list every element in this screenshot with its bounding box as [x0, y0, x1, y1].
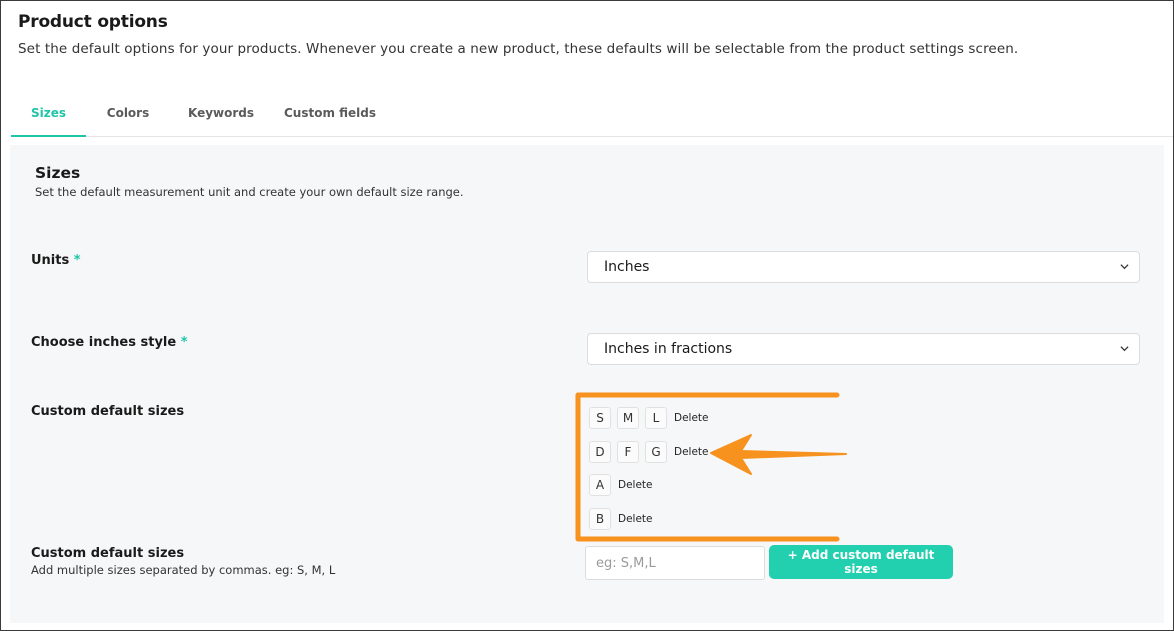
custom-sizes-label: Custom default sizes — [31, 404, 185, 419]
size-chip: G — [645, 441, 667, 463]
product-options-page: Product options Set the default options … — [0, 0, 1174, 631]
tab-sizes[interactable]: Sizes — [11, 99, 86, 137]
size-chip: D — [589, 441, 611, 463]
custom-sizes-input[interactable] — [585, 546, 765, 580]
section-description: Set the default measurement unit and cre… — [35, 185, 464, 199]
required-mark: * — [73, 253, 81, 268]
size-chip: F — [617, 441, 639, 463]
size-chip: L — [645, 407, 667, 429]
tab-keywords[interactable]: Keywords — [170, 99, 272, 137]
size-row: A Delete — [589, 474, 653, 496]
page-subtitle: Set the default options for your product… — [18, 41, 1019, 57]
add-custom-sizes-button[interactable]: + Add custom default sizes — [769, 545, 953, 579]
add-sizes-help: Add multiple sizes separated by commas. … — [31, 563, 336, 577]
delete-size-row-link[interactable]: Delete — [674, 412, 709, 424]
size-chip: S — [589, 407, 611, 429]
size-row: B Delete — [589, 508, 653, 530]
delete-size-row-link[interactable]: Delete — [618, 513, 653, 525]
units-label-text: Units — [31, 253, 70, 268]
tab-custom-fields[interactable]: Custom fields — [272, 99, 388, 137]
size-chip: M — [617, 407, 639, 429]
tab-colors[interactable]: Colors — [86, 99, 170, 137]
delete-size-row-link[interactable]: Delete — [674, 446, 709, 458]
tab-bar: Sizes Colors Keywords Custom fields — [11, 99, 1173, 137]
delete-size-row-link[interactable]: Delete — [618, 479, 653, 491]
units-select[interactable]: Inches — [587, 251, 1140, 283]
inches-style-select-value: Inches in fractions — [604, 341, 733, 357]
inches-style-select[interactable]: Inches in fractions — [587, 333, 1140, 365]
required-mark: * — [180, 335, 188, 350]
units-label: Units * — [31, 253, 81, 268]
sizes-panel: Sizes Set the default measurement unit a… — [10, 145, 1164, 623]
inches-style-label-text: Choose inches style — [31, 335, 177, 350]
size-row: D F G Delete — [589, 441, 709, 463]
size-chip: A — [589, 474, 611, 496]
inches-style-label: Choose inches style * — [31, 335, 188, 350]
size-chip: B — [589, 508, 611, 530]
size-row: S M L Delete — [589, 407, 709, 429]
section-title: Sizes — [35, 164, 81, 182]
add-sizes-label: Custom default sizes — [31, 546, 185, 561]
units-select-value: Inches — [604, 259, 650, 275]
chevron-down-icon — [1120, 346, 1129, 352]
page-title: Product options — [18, 12, 168, 32]
chevron-down-icon — [1120, 264, 1129, 270]
